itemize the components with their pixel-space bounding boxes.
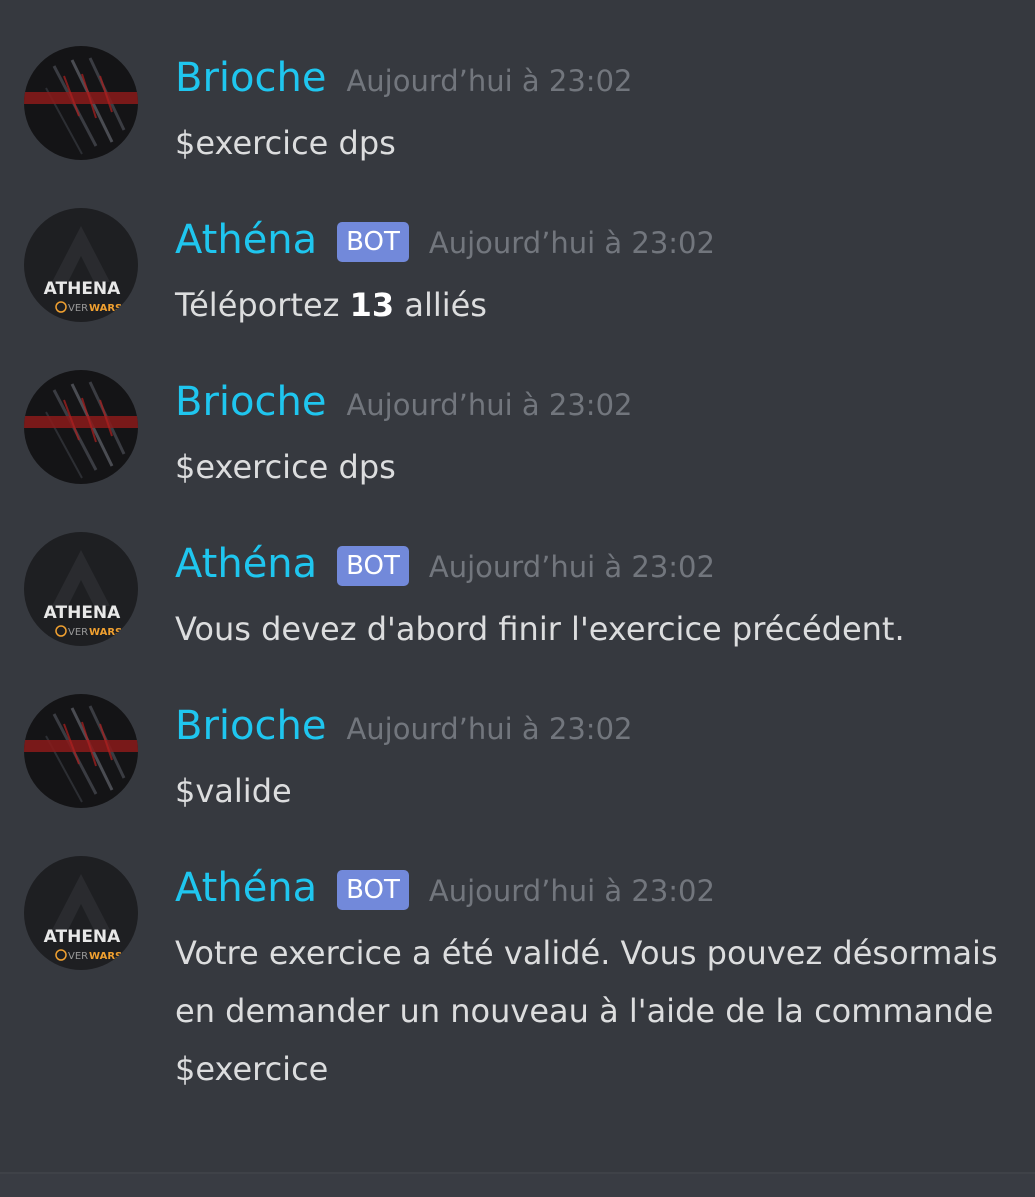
username[interactable]: Brioche xyxy=(175,376,326,428)
message-text: $exercice dps xyxy=(175,448,396,486)
message-header: Athéna BOT Aujourd’hui à 23:02 xyxy=(175,214,715,266)
svg-text:VER: VER xyxy=(68,627,88,638)
timestamp[interactable]: Aujourd’hui à 23:02 xyxy=(429,550,715,584)
athena-overwars-avatar-icon: ATHENA VER WARS xyxy=(24,856,138,970)
username[interactable]: Athéna xyxy=(175,214,317,266)
message-header: Brioche Aujourd’hui à 23:02 xyxy=(175,700,632,752)
message-header: Brioche Aujourd’hui à 23:02 xyxy=(175,376,632,428)
claw-scratch-avatar-icon xyxy=(24,46,138,160)
avatar[interactable] xyxy=(24,46,138,160)
athena-overwars-avatar-icon: ATHENA VER WARS xyxy=(24,532,138,646)
username[interactable]: Brioche xyxy=(175,700,326,752)
username[interactable]: Athéna xyxy=(175,538,317,590)
message-text: $exercice dps xyxy=(175,124,396,162)
timestamp[interactable]: Aujourd’hui à 23:02 xyxy=(429,874,715,908)
timestamp[interactable]: Aujourd’hui à 23:02 xyxy=(429,226,715,260)
message-list-bottom-divider xyxy=(0,1172,1035,1197)
avatar[interactable] xyxy=(24,694,138,808)
message-text: Votre exercice a été validé. Vous pouvez… xyxy=(175,934,998,1088)
message-text: Vous devez d'abord finir l'exercice préc… xyxy=(175,610,905,648)
message-header: Athéna BOT Aujourd’hui à 23:02 xyxy=(175,862,715,914)
claw-scratch-avatar-icon xyxy=(24,370,138,484)
claw-scratch-avatar-icon xyxy=(24,694,138,808)
avatar[interactable]: ATHENA VER WARS xyxy=(24,532,138,646)
avatar[interactable] xyxy=(24,370,138,484)
message-header: Athéna BOT Aujourd’hui à 23:02 xyxy=(175,538,715,590)
bot-badge: BOT xyxy=(337,222,409,262)
message-text-part: Téléportez xyxy=(175,286,350,324)
message-text-part: alliés xyxy=(394,286,487,324)
athena-overwars-avatar-icon: ATHENA VER WARS xyxy=(24,208,138,322)
timestamp[interactable]: Aujourd’hui à 23:02 xyxy=(346,64,632,98)
svg-text:ATHENA: ATHENA xyxy=(44,279,122,299)
svg-text:VER: VER xyxy=(68,951,88,962)
chat-message-list: Brioche Aujourd’hui à 23:02 $exercice dp… xyxy=(0,0,1035,1197)
avatar[interactable]: ATHENA VER WARS xyxy=(24,856,138,970)
svg-text:WARS: WARS xyxy=(89,303,122,314)
bot-badge: BOT xyxy=(337,870,409,910)
username[interactable]: Brioche xyxy=(175,52,326,104)
timestamp[interactable]: Aujourd’hui à 23:02 xyxy=(346,388,632,422)
svg-text:WARS: WARS xyxy=(89,951,122,962)
message-text-bold: 13 xyxy=(349,286,395,324)
svg-text:ATHENA: ATHENA xyxy=(44,927,122,947)
svg-text:ATHENA: ATHENA xyxy=(44,603,122,623)
message-text: Téléportez 13 alliés xyxy=(175,276,1020,334)
timestamp[interactable]: Aujourd’hui à 23:02 xyxy=(346,712,632,746)
username[interactable]: Athéna xyxy=(175,862,317,914)
message-text: $valide xyxy=(175,772,292,810)
avatar[interactable]: ATHENA VER WARS xyxy=(24,208,138,322)
bot-badge: BOT xyxy=(337,546,409,586)
svg-text:WARS: WARS xyxy=(89,627,122,638)
message-header: Brioche Aujourd’hui à 23:02 xyxy=(175,52,632,104)
svg-text:VER: VER xyxy=(68,303,88,314)
